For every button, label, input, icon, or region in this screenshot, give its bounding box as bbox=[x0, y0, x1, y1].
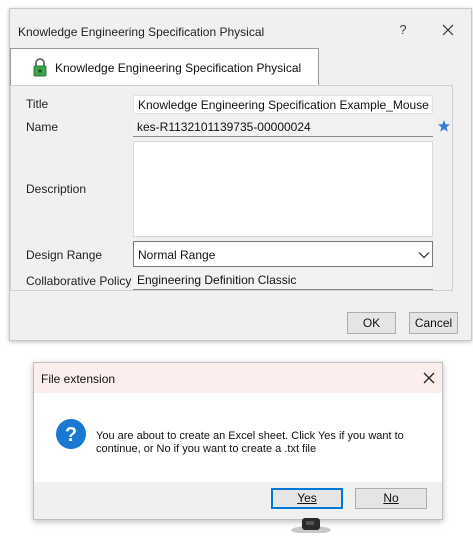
collaborative-policy-field: Engineering Definition Classic bbox=[133, 270, 433, 290]
no-label: No bbox=[383, 491, 399, 505]
description-field[interactable] bbox=[133, 141, 433, 237]
background-model-fragment bbox=[288, 516, 334, 534]
padlock-icon bbox=[32, 57, 48, 77]
close-icon[interactable] bbox=[422, 371, 436, 385]
cancel-button[interactable]: Cancel bbox=[409, 312, 458, 334]
star-icon[interactable] bbox=[437, 119, 451, 133]
question-icon: ? bbox=[55, 418, 87, 450]
yes-label: Yes bbox=[297, 491, 317, 505]
title-field[interactable]: Knowledge Engineering Specification Exam… bbox=[133, 95, 433, 114]
collaborative-policy-label: Collaborative Policy bbox=[26, 274, 132, 288]
message-text: You are about to create an Excel sheet. … bbox=[96, 430, 404, 455]
message-titlebar: File extension bbox=[34, 363, 442, 393]
no-button[interactable]: No bbox=[355, 488, 427, 509]
ok-button[interactable]: OK bbox=[347, 312, 396, 334]
help-button[interactable]: ? bbox=[396, 22, 410, 40]
message-title: File extension bbox=[41, 372, 116, 386]
design-range-label: Design Range bbox=[26, 248, 103, 262]
tab-properties[interactable]: Knowledge Engineering Specification Phys… bbox=[10, 48, 319, 86]
tab-label: Knowledge Engineering Specification Phys… bbox=[55, 61, 302, 75]
name-field: kes-R1132101139735-00000024 bbox=[133, 117, 433, 137]
chevron-down-icon[interactable] bbox=[418, 249, 430, 259]
close-icon[interactable] bbox=[439, 21, 457, 39]
title-label: Title bbox=[26, 97, 49, 111]
design-range-select[interactable]: Normal Range bbox=[133, 241, 433, 267]
dialog-title: Knowledge Engineering Specification Phys… bbox=[18, 25, 265, 39]
svg-text:?: ? bbox=[65, 424, 77, 446]
description-label: Description bbox=[26, 182, 87, 196]
yes-button[interactable]: Yes bbox=[271, 488, 343, 509]
dialog-titlebar: Knowledge Engineering Specification Phys… bbox=[10, 9, 471, 47]
name-label: Name bbox=[26, 120, 59, 134]
